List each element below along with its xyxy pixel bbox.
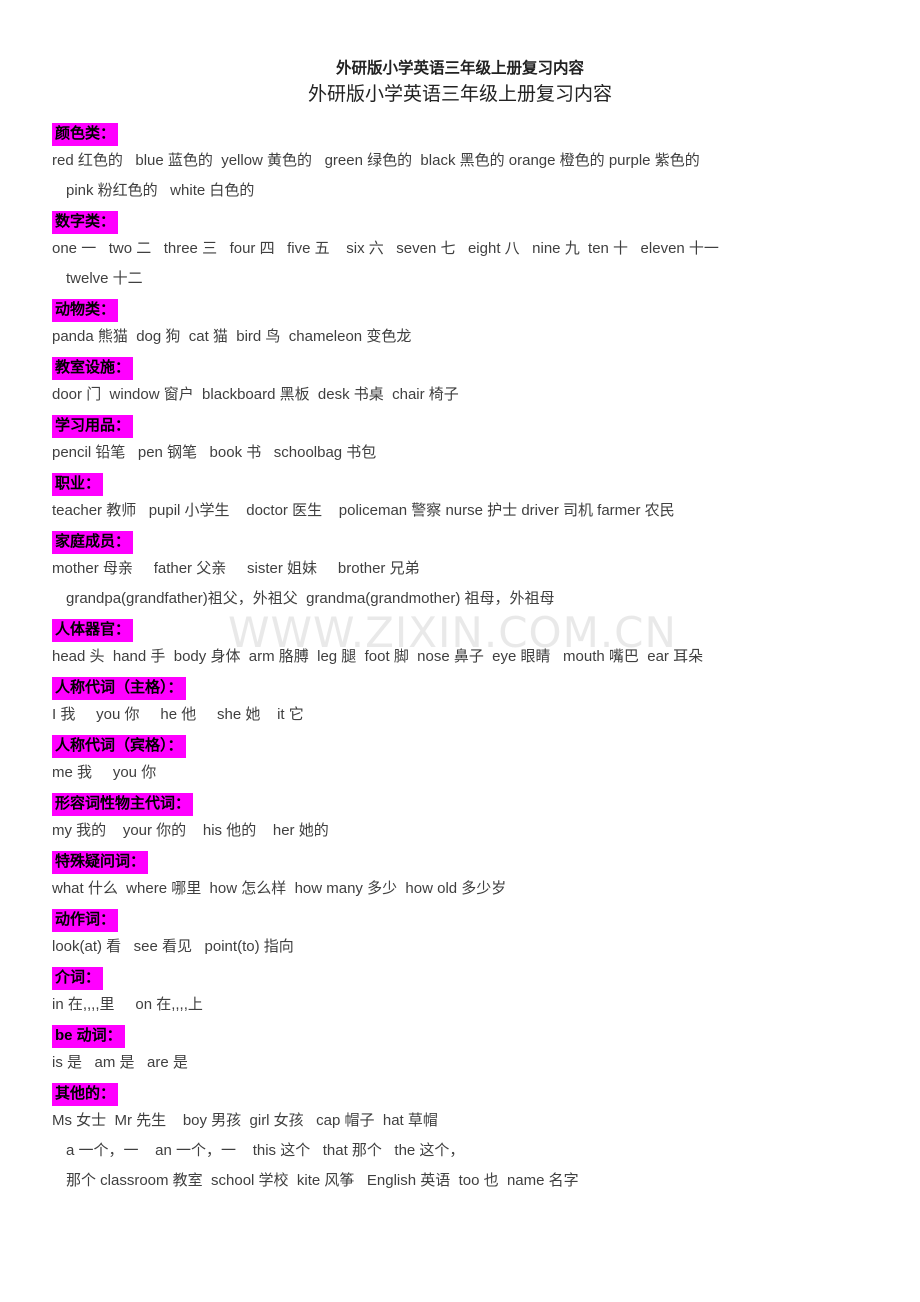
- section-heading: 职业：: [52, 473, 104, 496]
- word-list-line: mother 母亲 father 父亲 sister 姐妹 brother 兄弟: [52, 560, 420, 577]
- vocabulary-section: 动作词： look(at) 看 see 看见 point(to) 指向: [0, 904, 920, 962]
- section-heading: 人称代词（宾格）：: [52, 735, 186, 758]
- section-heading: 数字类：: [52, 211, 119, 234]
- section-heading: 学习用品：: [52, 415, 134, 438]
- vocabulary-section: 教室设施： door 门 window 窗户 blackboard 黑板 desk…: [0, 352, 920, 410]
- word-list-line: one 一 two 二 three 三 four 四 five 五 six 六 …: [52, 240, 719, 257]
- word-list-line: twelve 十二: [66, 270, 143, 287]
- vocabulary-section: 颜色类： red 红色的 blue 蓝色的 yellow 黄色的 green 绿色…: [0, 118, 920, 206]
- vocabulary-sections: 颜色类： red 红色的 blue 蓝色的 yellow 黄色的 green 绿色…: [0, 118, 920, 1196]
- word-list-line: look(at) 看 see 看见 point(to) 指向: [52, 938, 294, 955]
- section-heading: 家庭成员：: [52, 531, 134, 554]
- section-word-list: look(at) 看 see 看见 point(to) 指向: [0, 932, 920, 962]
- word-list-line: 那个 classroom 教室 school 学校 kite 风筝 Englis…: [66, 1172, 579, 1189]
- section-word-list: teacher 教师 pupil 小学生 doctor 医生 policeman…: [0, 496, 920, 526]
- section-heading: 介词：: [52, 967, 104, 990]
- word-list-line: pink 粉红色的 white 白色的: [66, 182, 255, 199]
- section-word-list: door 门 window 窗户 blackboard 黑板 desk 书桌 c…: [0, 380, 920, 410]
- section-word-list: is 是 am 是 are 是: [0, 1048, 920, 1078]
- document-page: WWW.ZIXIN.COM.CN 外研版小学英语三年级上册复习内容 外研版小学英…: [0, 0, 920, 1302]
- section-heading: 动物类：: [52, 299, 119, 322]
- word-list-line: Ms 女士 Mr 先生 boy 男孩 girl 女孩 cap 帽子 hat 草帽: [52, 1112, 438, 1129]
- word-list-line: panda 熊猫 dog 狗 cat 猫 bird 鸟 chameleon 变色…: [52, 328, 412, 345]
- vocabulary-section: 数字类： one 一 two 二 three 三 four 四 five 五 si…: [0, 206, 920, 294]
- section-word-list: head 头 hand 手 body 身体 arm 胳膊 leg 腿 foot …: [0, 642, 920, 672]
- vocabulary-section: be 动词： is 是 am 是 are 是: [0, 1020, 920, 1078]
- word-list-line: pencil 铅笔 pen 钢笔 book 书 schoolbag 书包: [52, 444, 377, 461]
- word-list-line: teacher 教师 pupil 小学生 doctor 医生 policeman…: [52, 502, 675, 519]
- vocabulary-section: 介词： in 在,,,,里 on 在,,,,上: [0, 962, 920, 1020]
- vocabulary-section: 职业： teacher 教师 pupil 小学生 doctor 医生 police…: [0, 468, 920, 526]
- page-title-secondary: 外研版小学英语三年级上册复习内容: [307, 84, 612, 105]
- section-heading: be 动词：: [52, 1025, 125, 1048]
- word-list-line: door 门 window 窗户 blackboard 黑板 desk 书桌 c…: [52, 386, 459, 403]
- section-heading: 人体器官：: [52, 619, 134, 642]
- section-word-list: me 我 you 你: [0, 758, 920, 788]
- word-list-line: head 头 hand 手 body 身体 arm 胳膊 leg 腿 foot …: [52, 648, 704, 665]
- page-title-primary: 外研版小学英语三年级上册复习内容: [335, 60, 584, 77]
- vocabulary-section: 形容词性物主代词： my 我的 your 你的 his 他的 her 她的: [0, 788, 920, 846]
- section-heading: 颜色类：: [52, 123, 119, 146]
- vocabulary-section: 特殊疑问词： what 什么 where 哪里 how 怎么样 how many …: [0, 846, 920, 904]
- word-list-line: red 红色的 blue 蓝色的 yellow 黄色的 green 绿色的 bl…: [52, 152, 700, 169]
- section-heading: 教室设施：: [52, 357, 134, 380]
- word-list-line: I 我 you 你 he 他 she 她 it 它: [52, 706, 304, 723]
- vocabulary-section: 人称代词（宾格）： me 我 you 你: [0, 730, 920, 788]
- section-heading: 人称代词（主格）：: [52, 677, 186, 700]
- word-list-line: me 我 you 你: [52, 764, 157, 781]
- section-word-list: my 我的 your 你的 his 他的 her 她的: [0, 816, 920, 846]
- vocabulary-section: 动物类： panda 熊猫 dog 狗 cat 猫 bird 鸟 chameleo…: [0, 294, 920, 352]
- section-word-list: one 一 two 二 three 三 four 四 five 五 six 六 …: [0, 234, 920, 294]
- section-heading: 形容词性物主代词：: [52, 793, 194, 816]
- word-list-line: my 我的 your 你的 his 他的 her 她的: [52, 822, 329, 839]
- section-heading: 动作词：: [52, 909, 119, 932]
- section-word-list: in 在,,,,里 on 在,,,,上: [0, 990, 920, 1020]
- vocabulary-section: 家庭成员： mother 母亲 father 父亲 sister 姐妹 broth…: [0, 526, 920, 614]
- section-word-list: I 我 you 你 he 他 she 她 it 它: [0, 700, 920, 730]
- word-list-line: in 在,,,,里 on 在,,,,上: [52, 996, 203, 1013]
- vocabulary-section: 人体器官： head 头 hand 手 body 身体 arm 胳膊 leg 腿 …: [0, 614, 920, 672]
- word-list-line: grandpa(grandfather)祖父，外祖父 grandma(grand…: [66, 590, 555, 607]
- section-word-list: what 什么 where 哪里 how 怎么样 how many 多少 how…: [0, 874, 920, 904]
- section-word-list: red 红色的 blue 蓝色的 yellow 黄色的 green 绿色的 bl…: [0, 146, 920, 206]
- vocabulary-section: 其他的： Ms 女士 Mr 先生 boy 男孩 girl 女孩 cap 帽子 ha…: [0, 1078, 920, 1196]
- word-list-line: is 是 am 是 are 是: [52, 1054, 188, 1071]
- document-content: 外研版小学英语三年级上册复习内容 外研版小学英语三年级上册复习内容 颜色类： re…: [0, 0, 920, 1196]
- vocabulary-section: 人称代词（主格）： I 我 you 你 he 他 she 她 it 它: [0, 672, 920, 730]
- section-word-list: pencil 铅笔 pen 钢笔 book 书 schoolbag 书包: [0, 438, 920, 468]
- word-list-line: a 一个，一 an 一个，一 this 这个 that 那个 the 这个，: [66, 1142, 465, 1159]
- section-heading: 其他的：: [52, 1083, 119, 1106]
- section-word-list: Ms 女士 Mr 先生 boy 男孩 girl 女孩 cap 帽子 hat 草帽…: [0, 1106, 920, 1196]
- word-list-line: what 什么 where 哪里 how 怎么样 how many 多少 how…: [52, 880, 507, 897]
- section-heading: 特殊疑问词：: [52, 851, 149, 874]
- section-word-list: mother 母亲 father 父亲 sister 姐妹 brother 兄弟…: [0, 554, 920, 614]
- vocabulary-section: 学习用品： pencil 铅笔 pen 钢笔 book 书 schoolbag 书…: [0, 410, 920, 468]
- section-word-list: panda 熊猫 dog 狗 cat 猫 bird 鸟 chameleon 变色…: [0, 322, 920, 352]
